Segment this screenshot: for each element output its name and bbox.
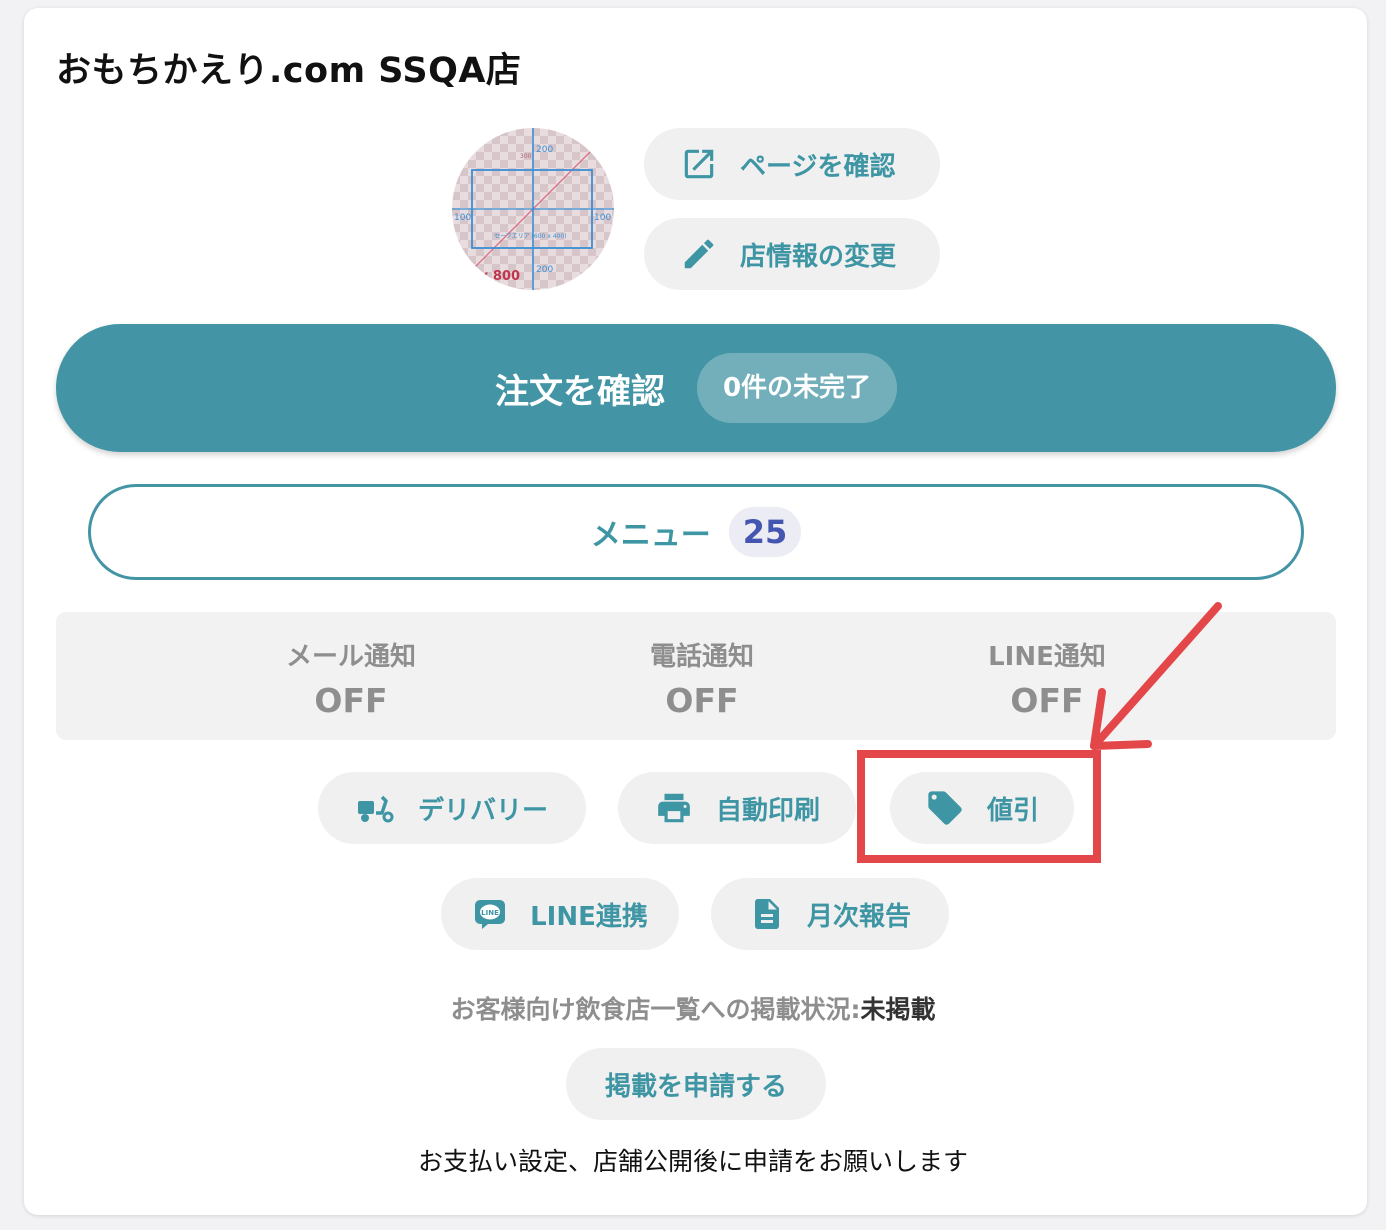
apply-listing-button[interactable]: 掲載を申請する bbox=[566, 1048, 826, 1120]
store-title: おもちかえり.com SSQA店 bbox=[56, 51, 522, 91]
document-icon bbox=[749, 894, 785, 934]
line-notification-toggle[interactable]: LINE通知 OFF bbox=[917, 636, 1177, 720]
menu-label: メニュー bbox=[590, 518, 711, 553]
shop-image: 200 200 100 100 300 セーフエリア (600 x 400) x… bbox=[452, 128, 614, 290]
svg-text:200: 200 bbox=[536, 145, 553, 155]
discount-button[interactable]: 値引 bbox=[890, 772, 1074, 844]
tag-icon bbox=[925, 788, 965, 828]
svg-text:LINE: LINE bbox=[481, 909, 499, 917]
svg-text:セーフエリア (600 x 400): セーフエリア (600 x 400) bbox=[494, 233, 567, 240]
line-notification-status: OFF bbox=[1010, 681, 1084, 720]
svg-text:300: 300 bbox=[520, 153, 532, 160]
pencil-icon bbox=[680, 235, 718, 273]
auto-print-button[interactable]: 自動印刷 bbox=[618, 772, 856, 844]
apply-listing-label: 掲載を申請する bbox=[604, 1071, 787, 1102]
email-notification-status: OFF bbox=[314, 681, 388, 720]
line-link-label: LINE連携 bbox=[530, 901, 648, 932]
phone-notification-status: OFF bbox=[665, 681, 739, 720]
svg-text:100: 100 bbox=[454, 213, 471, 223]
email-notification-label: メール通知 bbox=[285, 642, 416, 672]
edit-store-button[interactable]: 店情報の変更 bbox=[644, 218, 940, 290]
view-orders-button[interactable]: 注文を確認 0件の未完了 bbox=[56, 324, 1336, 452]
menu-count-badge: 25 bbox=[728, 507, 802, 557]
line-link-button[interactable]: LINE LINE連携 bbox=[441, 878, 679, 950]
open-in-new-icon bbox=[680, 145, 718, 183]
monthly-report-button[interactable]: 月次報告 bbox=[711, 878, 949, 950]
discount-label: 値引 bbox=[986, 795, 1039, 826]
listing-status-value: 未掲載 bbox=[860, 995, 936, 1024]
view-page-button[interactable]: ページを確認 bbox=[644, 128, 940, 200]
phone-notification-label: 電話通知 bbox=[649, 642, 754, 672]
svg-text:200: 200 bbox=[536, 265, 553, 275]
listing-note: お支払い設定、店舗公開後に申請をお願いします bbox=[417, 1147, 968, 1176]
listing-status: お客様向け飲食店一覧への掲載状況:未掲載 bbox=[0, 990, 1386, 1026]
delivery-label: デリバリー bbox=[417, 795, 548, 826]
scooter-icon bbox=[356, 791, 396, 825]
phone-notification-toggle[interactable]: 電話通知 OFF bbox=[572, 636, 832, 720]
delivery-button[interactable]: デリバリー bbox=[318, 772, 586, 844]
monthly-report-label: 月次報告 bbox=[806, 901, 911, 932]
line-notification-label: LINE通知 bbox=[988, 642, 1106, 672]
svg-text:100: 100 bbox=[594, 213, 611, 223]
view-page-label: ページを確認 bbox=[740, 151, 896, 182]
email-notification-toggle[interactable]: メール通知 OFF bbox=[221, 636, 481, 720]
notification-settings-panel: メール通知 OFF 電話通知 OFF LINE通知 OFF bbox=[56, 612, 1336, 740]
pending-orders-badge: 0件の未完了 bbox=[696, 353, 898, 423]
printer-icon bbox=[654, 789, 694, 827]
menu-button[interactable]: メニュー 25 bbox=[88, 484, 1304, 580]
auto-print-label: 自動印刷 bbox=[715, 795, 820, 826]
view-orders-label: 注文を確認 bbox=[494, 371, 665, 412]
line-icon: LINE bbox=[472, 896, 508, 932]
listing-status-label: お客様向け飲食店一覧への掲載状況: bbox=[450, 995, 861, 1024]
edit-store-label: 店情報の変更 bbox=[740, 241, 897, 272]
